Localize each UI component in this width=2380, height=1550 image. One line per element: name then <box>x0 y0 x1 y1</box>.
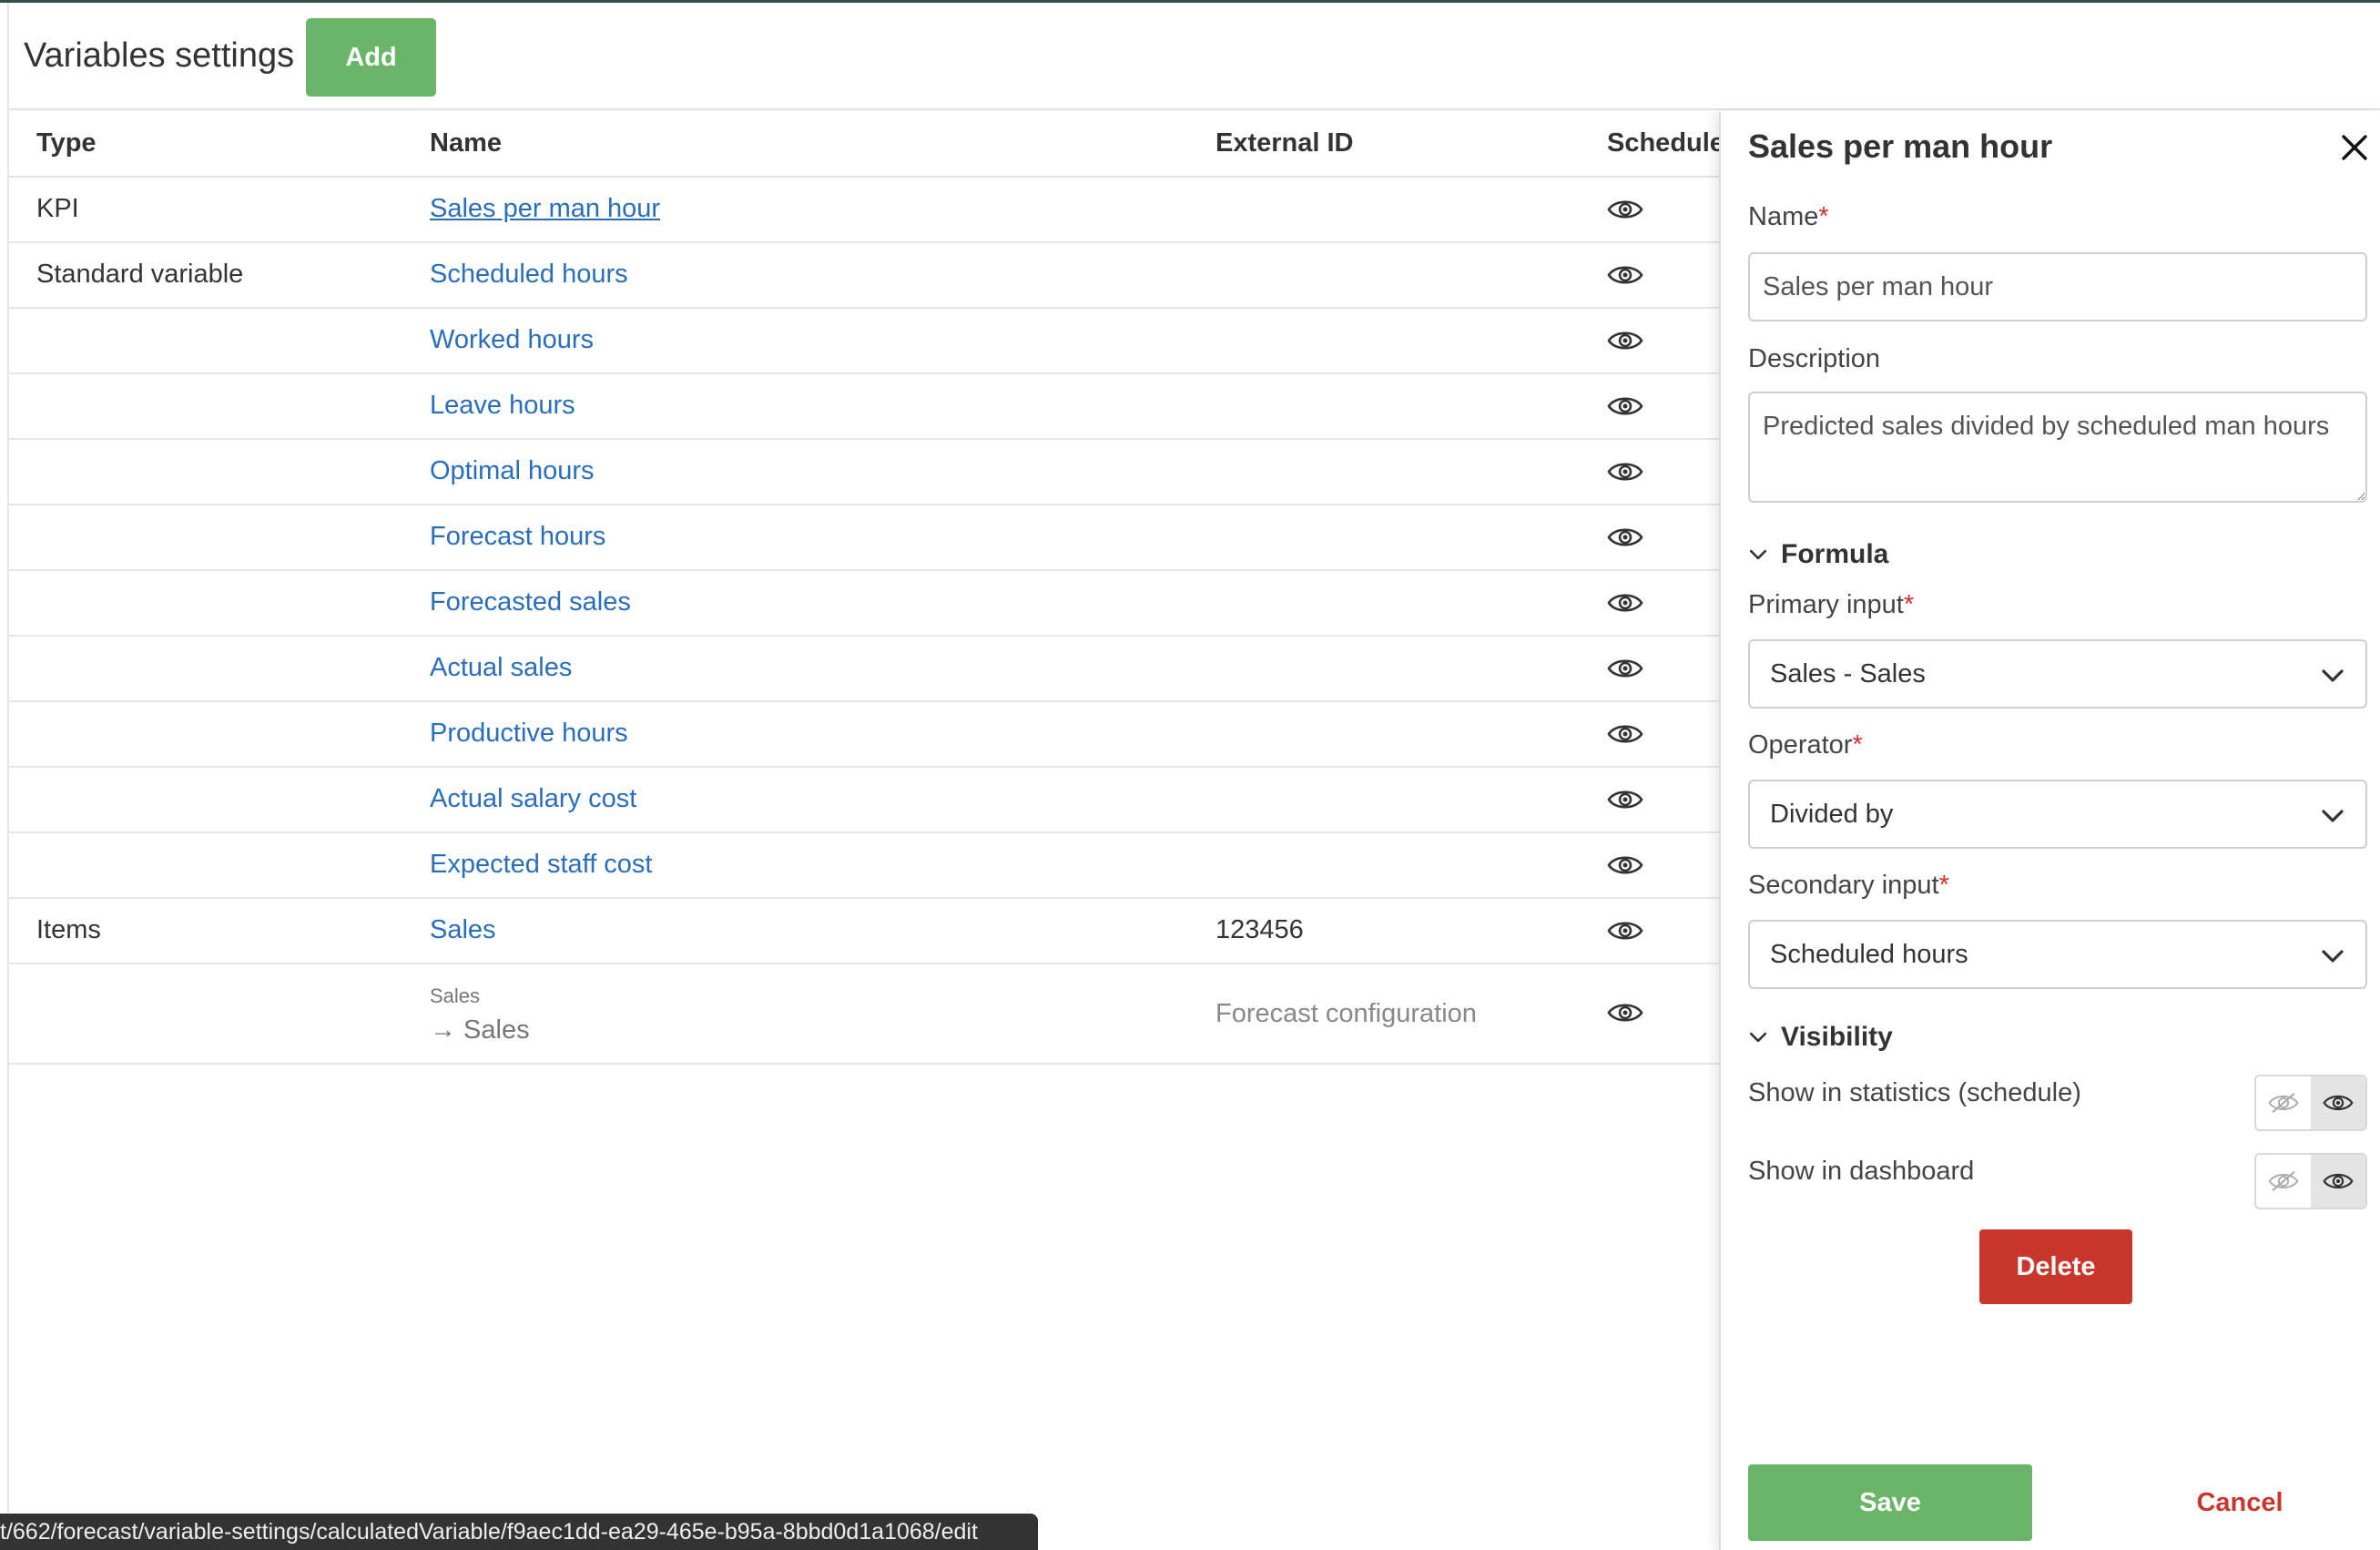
show-option[interactable] <box>2311 1076 2365 1129</box>
table-row: Standard variable Scheduled hours <box>9 243 1721 309</box>
eye-icon[interactable] <box>1607 458 1643 485</box>
variables-table: Type Name External ID Schedule KPI Sales… <box>9 110 1724 1065</box>
show-dashboard-label: Show in dashboard <box>1748 1157 1975 1186</box>
row-name-link[interactable]: Sales <box>430 915 496 945</box>
formula-section-toggle[interactable]: Formula <box>1748 539 1888 570</box>
panel-title: Sales per man hour <box>1748 127 2053 165</box>
column-header-external-id[interactable]: External ID <box>1215 128 1354 158</box>
eye-icon <box>2323 1169 2354 1193</box>
eye-icon[interactable] <box>1607 261 1643 289</box>
chevron-down-icon <box>2320 803 2345 829</box>
row-name-link[interactable]: Scheduled hours <box>430 260 628 290</box>
name-label: Name* <box>1748 202 1829 231</box>
status-bar-url: t/662/forecast/variable-settings/calcula… <box>0 1514 1038 1550</box>
description-label: Description <box>1748 344 1881 373</box>
table-row: Items Sales 123456 <box>9 899 1721 964</box>
eye-icon[interactable] <box>1607 786 1643 813</box>
show-dashboard-toggle[interactable] <box>2254 1153 2367 1209</box>
eye-icon[interactable] <box>1607 524 1643 551</box>
row-name-link[interactable]: Actual sales <box>430 653 572 683</box>
row-name-link[interactable]: Productive hours <box>430 719 628 749</box>
row-name-link[interactable]: Leave hours <box>430 391 575 421</box>
show-statistics-label: Show in statistics (schedule) <box>1748 1078 2081 1107</box>
required-mark: * <box>1852 730 1863 760</box>
table-row: Actual salary cost <box>9 768 1721 833</box>
required-mark: * <box>1818 202 1829 231</box>
show-option[interactable] <box>2311 1155 2365 1208</box>
eye-off-icon <box>2268 1091 2299 1115</box>
row-name-link[interactable]: Forecast hours <box>430 522 605 552</box>
table-sub-row: Sales → Sales Forecast configuration <box>9 964 1721 1065</box>
row-type: KPI <box>36 194 79 223</box>
column-header-type[interactable]: Type <box>36 128 97 158</box>
table-row: Productive hours <box>9 702 1721 768</box>
eye-icon[interactable] <box>1607 589 1643 617</box>
operator-select[interactable]: Divided by <box>1748 780 2367 849</box>
save-button[interactable]: Save <box>1748 1464 2032 1541</box>
hide-option[interactable] <box>2256 1076 2311 1129</box>
row-external-id: 123456 <box>1215 915 1304 944</box>
table-row: Expected staff cost <box>9 833 1721 899</box>
row-name-link[interactable]: Sales per man hour <box>430 194 660 224</box>
eye-icon[interactable] <box>1607 999 1643 1026</box>
eye-off-icon <box>2268 1169 2299 1193</box>
eye-icon[interactable] <box>1607 851 1643 879</box>
eye-icon[interactable] <box>1607 327 1643 354</box>
chevron-down-icon <box>2320 943 2345 969</box>
hide-option[interactable] <box>2256 1155 2311 1208</box>
operator-label: Operator* <box>1748 730 1863 760</box>
sub-row-external-id: Forecast configuration <box>1215 999 1477 1028</box>
row-name-link[interactable]: Actual salary cost <box>430 784 636 814</box>
table-row: Forecasted sales <box>9 571 1721 637</box>
cancel-button[interactable]: Cancel <box>2149 1464 2331 1541</box>
eye-icon[interactable] <box>1607 393 1643 420</box>
secondary-input-select[interactable]: Scheduled hours <box>1748 920 2367 989</box>
eye-icon <box>2323 1091 2354 1115</box>
page-header: Variables settings Add <box>9 3 2380 110</box>
edit-variable-panel: Sales per man hour Name* Sales per man h… <box>1719 111 2380 1550</box>
row-type: Items <box>36 915 101 944</box>
table-row: Optimal hours <box>9 440 1721 505</box>
table-row: Actual sales <box>9 637 1721 702</box>
column-header-schedule[interactable]: Schedule <box>1607 128 1724 158</box>
primary-input-label: Primary input* <box>1748 590 1915 619</box>
row-name-link[interactable]: Expected staff cost <box>430 850 653 880</box>
sub-row-target: → Sales <box>430 1015 530 1045</box>
table-row: Leave hours <box>9 374 1721 440</box>
row-name-link[interactable]: Worked hours <box>430 325 594 355</box>
chevron-down-icon <box>1748 1027 1768 1047</box>
row-name-link[interactable]: Forecasted sales <box>430 587 631 617</box>
eye-icon[interactable] <box>1607 720 1643 748</box>
eye-icon[interactable] <box>1607 655 1643 682</box>
table-row: KPI Sales per man hour <box>9 178 1721 243</box>
page-title: Variables settings <box>24 36 295 75</box>
table-row: Forecast hours <box>9 505 1721 571</box>
required-mark: * <box>1938 871 1949 900</box>
visibility-section-toggle[interactable]: Visibility <box>1748 1022 1893 1053</box>
delete-button[interactable]: Delete <box>1979 1229 2132 1304</box>
add-button[interactable]: Add <box>306 18 436 97</box>
chevron-down-icon <box>1748 545 1768 565</box>
table-header: Type Name External ID Schedule <box>9 110 1724 178</box>
secondary-input-label: Secondary input* <box>1748 871 1949 900</box>
name-field[interactable]: Sales per man hour <box>1748 252 2367 321</box>
column-header-name[interactable]: Name <box>430 128 502 158</box>
chevron-down-icon <box>2320 663 2345 688</box>
primary-input-select[interactable]: Sales - Sales <box>1748 639 2367 709</box>
required-mark: * <box>1903 590 1915 619</box>
eye-icon[interactable] <box>1607 917 1643 944</box>
eye-icon[interactable] <box>1607 196 1643 223</box>
row-name-link[interactable]: Optimal hours <box>430 456 595 486</box>
description-field[interactable]: Predicted sales divided by scheduled man… <box>1748 392 2367 503</box>
show-statistics-toggle[interactable] <box>2254 1075 2367 1131</box>
table-row: Worked hours <box>9 309 1721 374</box>
row-type: Standard variable <box>36 260 244 289</box>
close-icon[interactable] <box>2336 129 2373 166</box>
sub-row-label: Sales <box>430 984 481 1007</box>
